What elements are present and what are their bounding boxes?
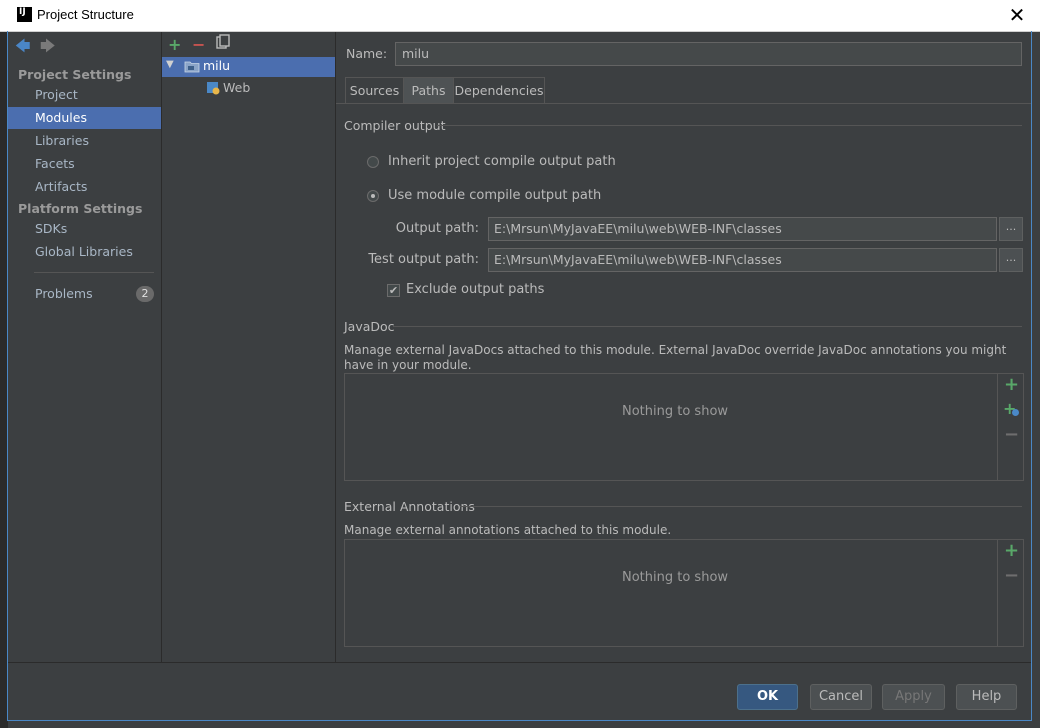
inherit-output-radio[interactable] <box>367 156 379 168</box>
output-path-browse-button[interactable]: ... <box>999 217 1023 241</box>
tree-node-label: milu <box>203 58 231 73</box>
sidebar-item-modules[interactable]: Modules <box>8 107 161 129</box>
remove-annotation-button[interactable]: − <box>1004 565 1019 586</box>
annotations-list[interactable]: Nothing to show + − <box>344 539 1024 647</box>
add-annotation-button[interactable]: + <box>1004 540 1019 561</box>
inherit-output-label: Inherit project compile output path <box>388 154 616 169</box>
use-module-output-radio[interactable] <box>367 190 379 202</box>
module-folder-icon <box>184 61 200 73</box>
window-title: Project Structure <box>37 7 134 22</box>
close-icon: ✕ <box>1008 3 1026 27</box>
sidebar-item-artifacts[interactable]: Artifacts <box>8 176 161 198</box>
add-javadoc-url-button[interactable]: + <box>1003 399 1019 418</box>
minus-icon: − <box>1004 424 1020 445</box>
annotations-description: Manage external annotations attached to … <box>344 523 672 537</box>
exclude-output-label: Exclude output paths <box>406 282 545 297</box>
problems-count-badge: 2 <box>136 286 154 302</box>
remove-javadoc-button[interactable]: − <box>1004 424 1019 445</box>
checkmark-icon: ✔ <box>388 284 399 297</box>
plus-icon: + <box>1004 540 1020 561</box>
tab-dependencies[interactable]: Dependencies <box>453 77 545 104</box>
output-path-input[interactable]: E:\Mrsun\MyJavaEE\milu\web\WEB-INF\class… <box>488 217 997 241</box>
platform-settings-header: Platform Settings <box>18 201 143 216</box>
expand-arrow-icon: ▼ <box>166 59 174 70</box>
cancel-button[interactable]: Cancel <box>810 684 872 710</box>
help-button[interactable]: Help <box>956 684 1017 710</box>
add-javadoc-button[interactable]: + <box>1004 374 1019 395</box>
exclude-output-checkbox[interactable]: ✔ <box>387 284 400 297</box>
tree-node-milu[interactable]: ▼ milu <box>162 57 335 77</box>
settings-sidebar: 🡄 🡆 Project Settings Project Modules Lib… <box>8 32 162 662</box>
project-settings-header: Project Settings <box>18 67 132 82</box>
project-structure-dialog: IJ Project Structure ✕ 🡄 🡆 Project Setti… <box>0 0 1040 728</box>
tree-node-label: Web <box>223 80 251 95</box>
add-module-button[interactable]: + <box>168 35 181 54</box>
javadoc-title: JavaDoc <box>344 319 395 334</box>
use-module-output-label: Use module compile output path <box>388 188 602 203</box>
arrow-right-icon: 🡆 <box>40 37 56 55</box>
module-details-panel: Name: milu Sources Paths Dependencies Co… <box>336 32 1032 662</box>
section-divider <box>437 125 1022 126</box>
tab-divider <box>336 103 1032 104</box>
apply-button[interactable]: Apply <box>882 684 945 710</box>
tab-sources[interactable]: Sources <box>345 77 404 104</box>
globe-icon <box>1012 409 1019 416</box>
javadoc-list[interactable]: Nothing to show + + − <box>344 373 1024 481</box>
plus-icon: + <box>1004 374 1020 395</box>
copy-icon <box>216 34 230 49</box>
annotations-empty-text: Nothing to show <box>622 570 729 585</box>
module-tree-panel: + − ▼ milu Web <box>162 32 336 662</box>
sidebar-item-global-libraries[interactable]: Global Libraries <box>8 241 161 263</box>
close-button[interactable]: ✕ <box>1004 4 1030 26</box>
test-output-path-label: Test output path: <box>368 252 479 267</box>
back-button[interactable]: 🡄 <box>15 36 31 61</box>
tree-node-web[interactable]: Web <box>206 79 306 97</box>
sidebar-item-sdks[interactable]: SDKs <box>8 218 161 240</box>
plus-icon: + <box>168 35 182 54</box>
javadoc-empty-text: Nothing to show <box>622 404 729 419</box>
ok-button[interactable]: OK <box>737 684 798 710</box>
annotations-toolbar: + − <box>997 540 1024 646</box>
web-facet-icon <box>207 82 220 95</box>
javadoc-toolbar: + + − <box>997 374 1024 480</box>
sidebar-divider <box>34 272 154 273</box>
minus-icon: − <box>192 35 206 54</box>
javadoc-description: Manage external JavaDocs attached to thi… <box>344 343 1007 372</box>
minus-icon: − <box>1004 565 1020 586</box>
copy-module-button[interactable] <box>216 34 230 54</box>
arrow-left-icon: 🡄 <box>15 37 31 55</box>
module-name-input[interactable]: milu <box>395 42 1022 66</box>
external-annotations-title: External Annotations <box>344 499 475 514</box>
output-path-label: Output path: <box>395 221 479 236</box>
title-bar: IJ Project Structure ✕ <box>0 0 1040 32</box>
dialog-button-bar: OK Cancel Apply Help <box>8 662 1032 721</box>
remove-module-button[interactable]: − <box>192 35 205 54</box>
intellij-logo-icon: IJ <box>17 7 32 22</box>
sidebar-item-libraries[interactable]: Libraries <box>8 130 161 152</box>
sidebar-item-project[interactable]: Project <box>8 84 161 106</box>
test-output-path-browse-button[interactable]: ... <box>999 248 1023 272</box>
tab-paths[interactable]: Paths <box>403 77 454 104</box>
name-label: Name: <box>346 46 388 61</box>
forward-button[interactable]: 🡆 <box>40 36 56 61</box>
compiler-output-title: Compiler output <box>344 118 446 133</box>
section-divider <box>460 506 1022 507</box>
sidebar-item-facets[interactable]: Facets <box>8 153 161 175</box>
section-divider <box>393 326 1022 327</box>
test-output-path-input[interactable]: E:\Mrsun\MyJavaEE\milu\web\WEB-INF\class… <box>488 248 997 272</box>
